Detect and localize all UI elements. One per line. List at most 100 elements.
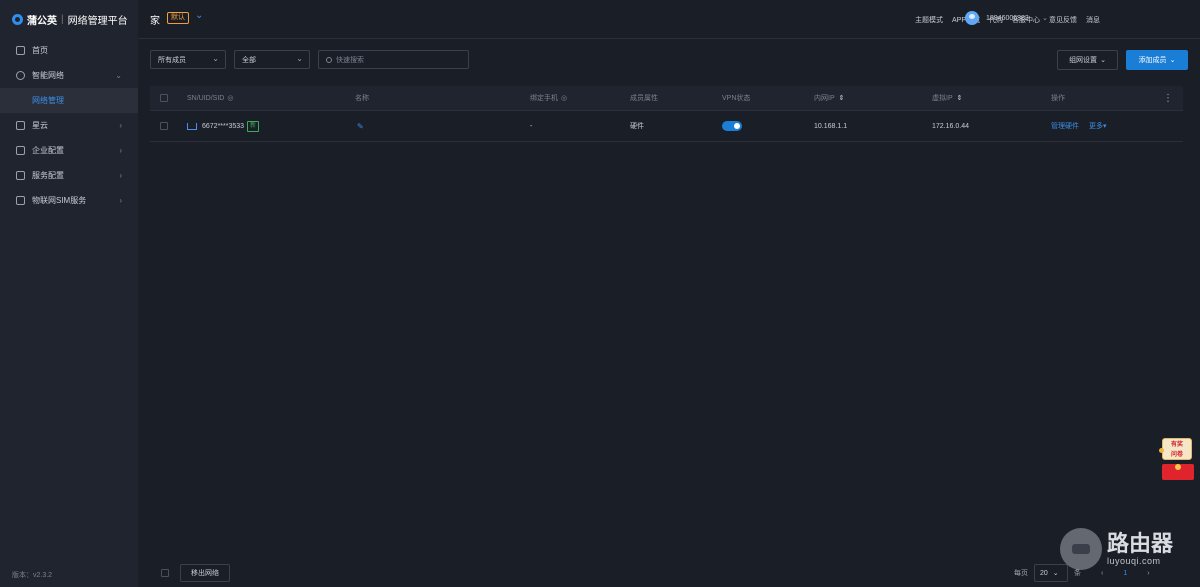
- watermark-sub: luyouqi.com: [1107, 556, 1161, 566]
- feedback-link[interactable]: 意见反馈: [1049, 15, 1077, 25]
- chevron-down-icon: ⌄: [296, 54, 303, 63]
- survey-promo[interactable]: 有奖 问卷: [1159, 438, 1196, 480]
- sidebar-item-iot-sim[interactable]: 物联网SIM服务 ›: [0, 188, 138, 213]
- router-logo-icon: [1060, 528, 1102, 570]
- sidebar-item-label: 星云: [32, 121, 48, 130]
- sort-icon[interactable]: ⇕: [839, 94, 845, 102]
- member-type-value: 所有成员: [158, 56, 186, 64]
- chevron-down-icon: ⌄: [1169, 57, 1176, 64]
- add-member-label: 添加成员: [1138, 57, 1167, 64]
- brand[interactable]: 蒲公英 | 网络管理平台: [12, 12, 128, 27]
- theme-mode-link[interactable]: 主题模式: [915, 15, 943, 25]
- add-member-button[interactable]: 添加成员 ⌄: [1126, 50, 1188, 70]
- promo-dot-icon: [1159, 448, 1164, 453]
- sidebar-item-nebula[interactable]: 星云 ›: [0, 113, 138, 138]
- per-page-label: 每页: [1014, 570, 1028, 577]
- column-name: 名称: [355, 95, 369, 102]
- chevron-right-icon: ›: [119, 171, 122, 180]
- bound-phone: -: [530, 122, 533, 130]
- router-icon: [187, 122, 197, 130]
- account-chevron-down-icon[interactable]: ⌄: [1042, 14, 1048, 22]
- version-label: 版本：v2.3.2: [12, 572, 53, 579]
- default-badge: 默认: [167, 12, 189, 24]
- select-all-checkbox[interactable]: [160, 94, 168, 102]
- search-placeholder: 快速搜索: [336, 56, 364, 64]
- messages-link[interactable]: 消息: [1086, 15, 1100, 25]
- red-envelope-icon: [1162, 464, 1194, 480]
- sidebar-item-network-management[interactable]: 网络管理: [0, 88, 138, 113]
- manage-hardware-link[interactable]: 管理硬件: [1051, 121, 1079, 131]
- search-input[interactable]: 快速搜索: [318, 50, 469, 69]
- sort-icon[interactable]: ⇕: [957, 94, 963, 102]
- column-virtual-ip: 虚拟IP: [932, 95, 953, 102]
- row-checkbox[interactable]: [160, 122, 168, 130]
- chevron-down-icon: ⌄: [212, 54, 219, 63]
- table-row: 6672****3533 新 ✎ - 硬件 10.168.1.1 172.16.…: [150, 111, 1183, 142]
- chevron-down-icon: ⌄: [1100, 57, 1106, 64]
- promo-card: 有奖 问卷: [1162, 438, 1192, 460]
- network-name[interactable]: 家: [150, 12, 160, 27]
- sidebar-item-label: 企业配置: [32, 146, 64, 155]
- avatar[interactable]: [965, 11, 979, 25]
- sidebar: 蒲公英 | 网络管理平台 首页 智能网络 ⌄ 网络管理 星云 › 企业配置 › …: [0, 0, 138, 587]
- chevron-right-icon: ›: [119, 196, 122, 205]
- promo-line1: 有奖: [1170, 442, 1183, 448]
- sidebar-item-enterprise-config[interactable]: 企业配置 ›: [0, 138, 138, 163]
- move-out-label: 移出网络: [191, 570, 219, 577]
- network-switch-chevron-icon[interactable]: ⌄: [195, 10, 203, 21]
- promo-line2: 问卷: [1170, 452, 1183, 458]
- brand-subtitle: 网络管理平台: [67, 15, 128, 27]
- brand-separator: |: [61, 13, 64, 25]
- member-attr: 硬件: [630, 123, 644, 130]
- enterprise-icon: [16, 146, 25, 155]
- column-settings-icon[interactable]: ⋮: [1163, 93, 1173, 104]
- column-attr: 成员属性: [630, 95, 658, 102]
- members-table: SN/UID/SID ◎ 名称 绑定手机 ◎ 成员属性 VPN状态 内网IP ⇕…: [150, 86, 1183, 142]
- sidebar-item-smart-network[interactable]: 智能网络 ⌄: [0, 63, 138, 88]
- sidebar-item-home[interactable]: 首页: [0, 38, 138, 63]
- edit-icon[interactable]: ✎: [357, 122, 364, 131]
- sidebar-item-label: 物联网SIM服务: [32, 196, 87, 205]
- status-value: 全部: [242, 56, 256, 64]
- move-out-button[interactable]: 移出网络: [180, 564, 230, 582]
- vpn-toggle[interactable]: [722, 121, 742, 131]
- column-vpn: VPN状态: [722, 95, 751, 102]
- sidebar-item-label: 网络管理: [32, 96, 64, 105]
- sidebar-item-service-config[interactable]: 服务配置 ›: [0, 163, 138, 188]
- sidebar-item-label: 服务配置: [32, 171, 64, 180]
- group-settings-label: 组网设置: [1069, 57, 1098, 64]
- chevron-right-icon: ›: [119, 146, 122, 155]
- column-sn: SN/UID/SID: [187, 94, 225, 102]
- table-header: SN/UID/SID ◎ 名称 绑定手机 ◎ 成员属性 VPN状态 内网IP ⇕…: [150, 86, 1183, 111]
- column-phone: 绑定手机: [530, 95, 558, 102]
- status-select[interactable]: 全部 ⌄: [234, 50, 310, 69]
- search-icon: [326, 56, 332, 63]
- footer-select-all-checkbox[interactable]: [161, 569, 169, 577]
- sidebar-item-label: 智能网络: [32, 71, 64, 80]
- account-phone[interactable]: 18946006383: [986, 15, 1029, 22]
- table-footer: 移出网络 每页 20 ⌄ 条 ‹ 1 ›: [138, 560, 1200, 587]
- virtual-ip: 172.16.0.44: [932, 122, 969, 130]
- top-bar: 家 默认 ⌄ 主题模式 APP下载 代购 客服中心 意见反馈 消息: [138, 0, 1200, 39]
- column-ops: 操作: [1051, 95, 1065, 102]
- watermark: 路由器 luyouqi.com: [1060, 524, 1195, 574]
- new-badge: 新: [247, 120, 260, 132]
- sidebar-item-label: 首页: [32, 46, 48, 55]
- service-icon: [16, 171, 25, 180]
- chevron-down-icon: ⌄: [115, 71, 122, 80]
- group-settings-button[interactable]: 组网设置 ⌄: [1057, 50, 1118, 70]
- member-type-select[interactable]: 所有成员 ⌄: [150, 50, 226, 69]
- eye-icon[interactable]: ◎: [561, 94, 567, 102]
- device-sn: 6672****3533: [202, 122, 245, 130]
- network-icon: [16, 71, 25, 80]
- brand-name: 蒲公英: [27, 15, 57, 27]
- eye-icon[interactable]: ◎: [227, 94, 233, 102]
- sidebar-menu: 首页 智能网络 ⌄ 网络管理 星云 › 企业配置 › 服务配置 › 物联网SIM…: [0, 38, 138, 213]
- home-icon: [16, 46, 25, 55]
- chevron-down-icon: ⌄: [1052, 570, 1059, 577]
- sim-icon: [16, 196, 25, 205]
- page-size-value: 20: [1040, 569, 1048, 577]
- cloud-icon: [16, 121, 25, 130]
- chevron-right-icon: ›: [119, 121, 122, 130]
- more-link[interactable]: 更多▾: [1089, 121, 1107, 131]
